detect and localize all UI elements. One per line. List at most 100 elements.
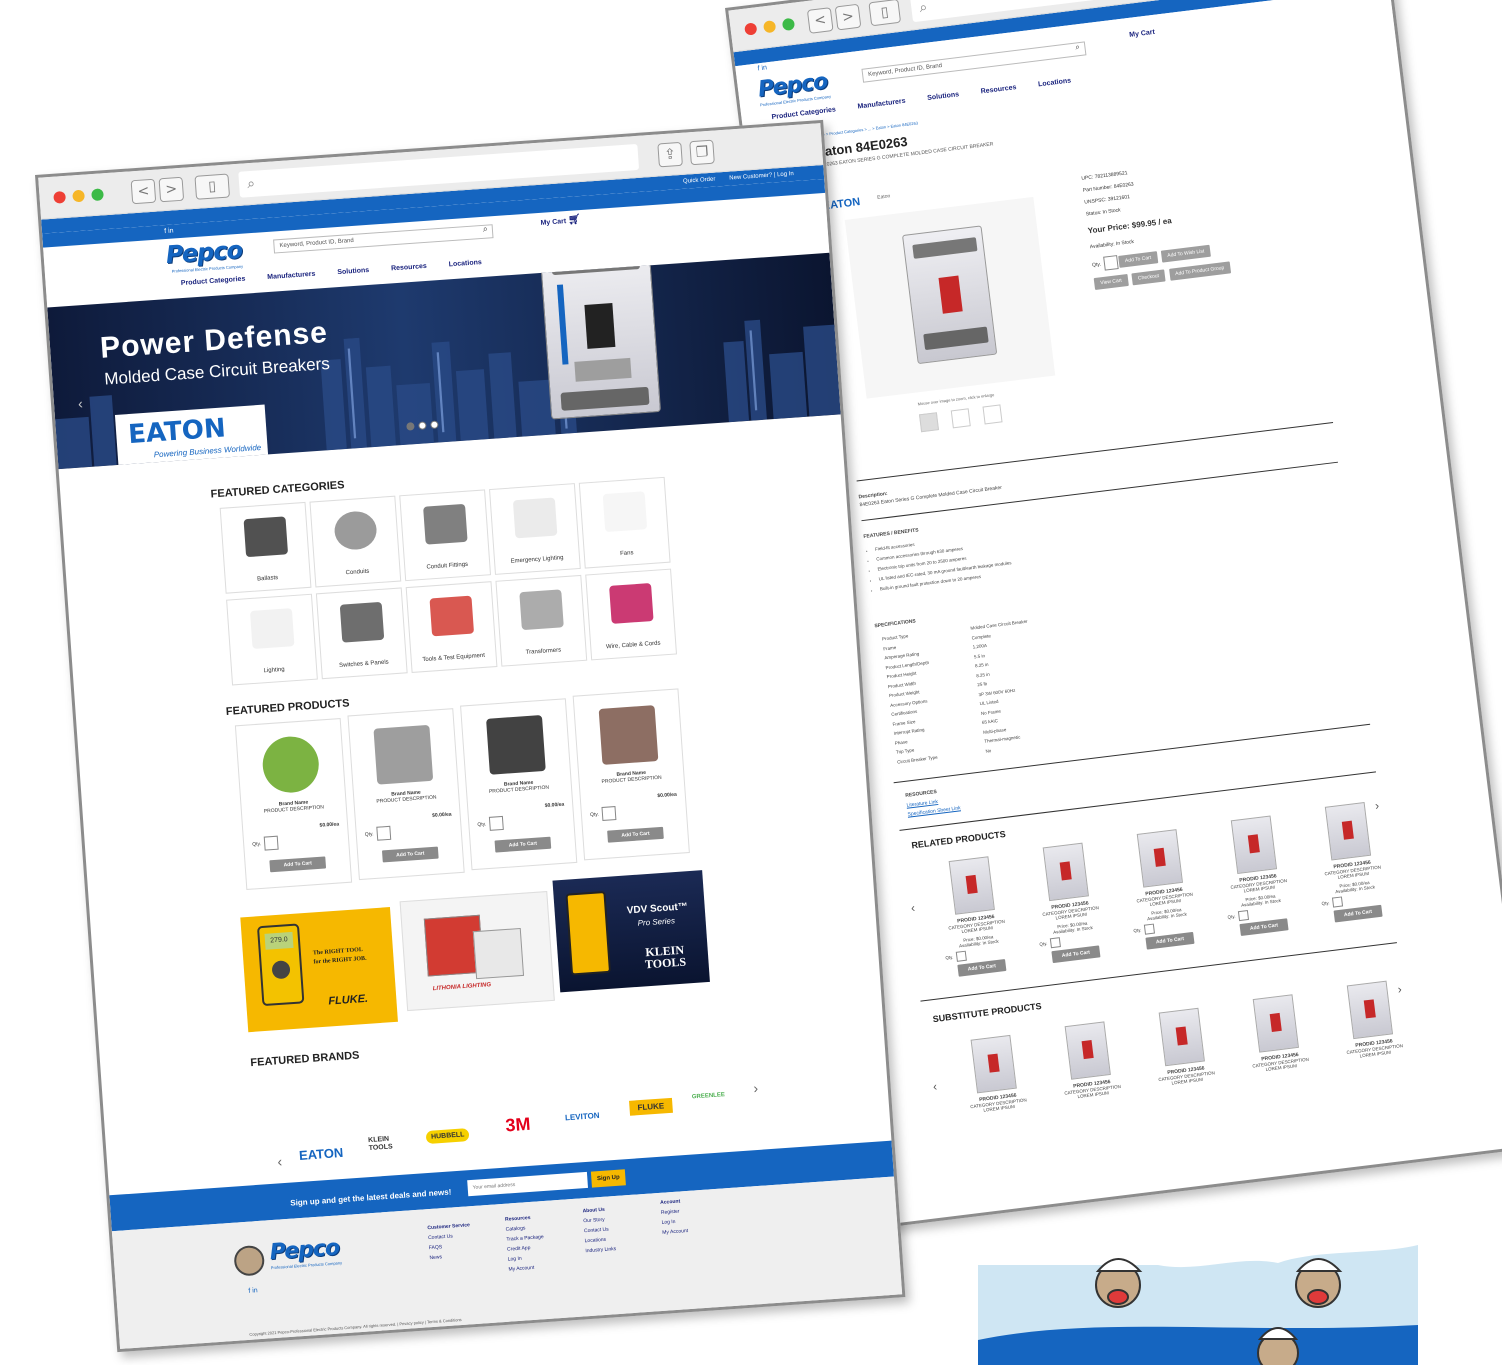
sidebar-icon[interactable]: ▯ <box>194 173 231 200</box>
add-to-cart-button[interactable]: Add To Cart <box>1239 918 1289 937</box>
maximize-dot[interactable] <box>91 188 104 202</box>
carousel-dot[interactable] <box>418 421 427 430</box>
search-input[interactable]: Keyword, Product ID, Brand <box>861 41 1087 83</box>
nav-product-categories[interactable]: Product Categories <box>771 106 836 121</box>
footer-social-icons[interactable]: f in <box>248 1287 258 1295</box>
tabs-icon[interactable]: ❐ <box>689 139 715 166</box>
thumbnail[interactable] <box>918 412 940 433</box>
social-icons[interactable]: f in <box>757 64 767 72</box>
related-product[interactable]: PRODID 123456 CATEGORY DESCRIPTION LOREM … <box>1310 800 1394 924</box>
substitute-product[interactable]: PRODID 123456 CATEGORY DESCRIPTION LOREM … <box>1050 1019 1128 1101</box>
hero-prev-arrow[interactable]: ‹ <box>77 395 83 411</box>
add-to-cart-button[interactable]: Add To Cart <box>494 836 552 853</box>
add-to-cart-button[interactable]: Add To Cart <box>1333 904 1383 923</box>
account-link[interactable]: New Customer? | Log In <box>729 171 794 181</box>
forward-button[interactable]: > <box>834 3 862 31</box>
footer-logo[interactable]: Pepco Professional Electric Products Com… <box>269 1235 342 1270</box>
category-card[interactable]: Tools & Test Equipment <box>405 581 498 673</box>
add-to-wish-list-button[interactable]: Add To Wish List <box>1160 245 1212 263</box>
related-product[interactable]: PRODID 123456 CATEGORY DESCRIPTION LOREM … <box>934 854 1018 978</box>
cart-link[interactable]: My Cart 🛒︎ <box>540 214 581 228</box>
pepco-logo[interactable]: Pepco Professional Electric Products Com… <box>165 236 243 274</box>
pepco-logo[interactable]: Pepco Professional Electric Products Com… <box>757 69 831 107</box>
footer-link[interactable]: My Account <box>662 1226 688 1238</box>
add-to-cart-button[interactable]: Add To Cart <box>957 958 1007 977</box>
related-product[interactable]: PRODID 123456 CATEGORY DESCRIPTION LOREM … <box>1216 814 1300 938</box>
email-input[interactable]: Your email address <box>467 1171 589 1197</box>
footer-link[interactable]: Industry Links <box>585 1244 616 1256</box>
qty-input[interactable] <box>1237 910 1249 922</box>
qty-input[interactable] <box>601 806 617 822</box>
related-product[interactable]: PRODID 123456 CATEGORY DESCRIPTION LOREM … <box>1122 827 1206 951</box>
nav-resources[interactable]: Resources <box>391 263 427 272</box>
category-card[interactable]: Conduits <box>309 495 402 588</box>
category-card[interactable]: Conduit Fittings <box>399 489 492 582</box>
brand-3m[interactable]: 3M <box>505 1114 531 1137</box>
brand-hubbell[interactable]: HUBBELL <box>425 1128 470 1145</box>
qty-input[interactable] <box>376 825 392 841</box>
category-card[interactable]: Transformers <box>495 574 588 667</box>
substitute-prev-arrow[interactable]: ‹ <box>932 1079 938 1093</box>
share-icon[interactable]: ⇪ <box>657 141 683 168</box>
qty-input[interactable] <box>1049 937 1061 949</box>
carousel-dot[interactable] <box>406 422 415 431</box>
category-card[interactable]: Ballasts <box>219 501 312 594</box>
maximize-dot[interactable] <box>781 17 796 32</box>
related-prev-arrow[interactable]: ‹ <box>910 901 916 915</box>
brand-klein[interactable]: KLEIN TOOLS <box>368 1135 403 1153</box>
nav-manufacturers[interactable]: Manufacturers <box>267 271 316 281</box>
brand-fluke[interactable]: FLUKE <box>629 1097 673 1116</box>
add-to-cart-button[interactable]: Add To Cart <box>381 846 439 863</box>
nav-solutions[interactable]: Solutions <box>927 91 960 102</box>
product-card[interactable]: Brand Name PRODUCT DESCRIPTION $0.00/ea Qty… <box>572 688 690 861</box>
quick-order-link[interactable]: Quick Order <box>683 177 716 185</box>
literature-link[interactable]: Literature Link <box>906 799 938 809</box>
category-card[interactable]: Fans <box>578 476 671 569</box>
substitute-product[interactable]: PRODID 123456 CATEGORY DESCRIPTION LOREM … <box>956 1033 1034 1115</box>
qty-input[interactable] <box>955 950 967 962</box>
add-to-cart-button[interactable]: Add To Cart <box>607 826 664 843</box>
substitute-product[interactable]: PRODID 123456 CATEGORY DESCRIPTION LOREM … <box>1144 1006 1222 1088</box>
add-to-cart-button[interactable]: Add To Cart <box>1145 931 1195 950</box>
social-icons[interactable]: f in <box>164 227 174 235</box>
sidebar-icon[interactable]: ▯ <box>868 0 902 27</box>
brand-leviton[interactable]: LEVITON <box>565 1111 600 1122</box>
category-card[interactable]: Emergency Lighting <box>489 483 581 575</box>
add-to-cart-button[interactable]: Add To Cart <box>1118 251 1158 269</box>
minimize-dot[interactable] <box>762 20 777 34</box>
substitute-product[interactable]: PRODID 123456 CATEGORY DESCRIPTION LOREM … <box>1238 992 1316 1074</box>
nav-locations[interactable]: Locations <box>1038 77 1072 88</box>
add-to-cart-button[interactable]: Add To Cart <box>1051 945 1101 964</box>
brands-prev-arrow[interactable]: ‹ <box>277 1153 283 1169</box>
minimize-dot[interactable] <box>72 189 85 203</box>
brand-eaton[interactable]: EATON <box>299 1145 344 1163</box>
brands-next-arrow[interactable]: › <box>753 1080 759 1096</box>
forward-button[interactable]: > <box>158 176 185 203</box>
nav-product-categories[interactable]: Product Categories <box>181 276 246 287</box>
carousel-dot[interactable] <box>430 420 439 430</box>
category-card[interactable]: Wire, Cable & Cords <box>585 568 678 661</box>
close-dot[interactable] <box>744 22 758 36</box>
fluke-promo[interactable]: 279.0 The RIGHT TOOL for the RIGHT JOB. … <box>240 907 398 1033</box>
category-card[interactable]: Lighting <box>226 593 318 686</box>
nav-solutions[interactable]: Solutions <box>337 267 369 276</box>
product-card[interactable]: Brand Name PRODUCT DESCRIPTION $0.00/ea Qty… <box>347 708 465 881</box>
add-to-product-group-button[interactable]: Add To Product Group <box>1168 261 1231 281</box>
product-card[interactable]: Brand Name PRODUCT DESCRIPTION $0.00/ea Qty… <box>234 718 353 890</box>
brand-greenlee[interactable]: GREENLEE <box>692 1092 725 1100</box>
back-button[interactable]: < <box>130 178 157 205</box>
thumbnail[interactable] <box>950 408 971 429</box>
lithonia-promo[interactable]: LITHONIA LIGHTING <box>399 891 555 1012</box>
substitute-product[interactable]: PRODID 123456 CATEGORY DESCRIPTION LOREM … <box>1332 979 1410 1061</box>
nav-locations[interactable]: Locations <box>449 259 482 268</box>
close-dot[interactable] <box>53 190 67 204</box>
search-icon[interactable]: ⌕ <box>483 224 489 235</box>
back-button[interactable]: < <box>806 7 834 34</box>
footer-link[interactable]: My Account <box>508 1262 546 1275</box>
category-card[interactable]: Switches & Panels <box>315 587 408 680</box>
nav-resources[interactable]: Resources <box>980 84 1016 95</box>
thumbnail[interactable] <box>982 404 1003 425</box>
cart-link[interactable]: My Cart <box>1129 29 1155 39</box>
nav-manufacturers[interactable]: Manufacturers <box>857 98 906 111</box>
qty-input[interactable] <box>263 835 279 851</box>
